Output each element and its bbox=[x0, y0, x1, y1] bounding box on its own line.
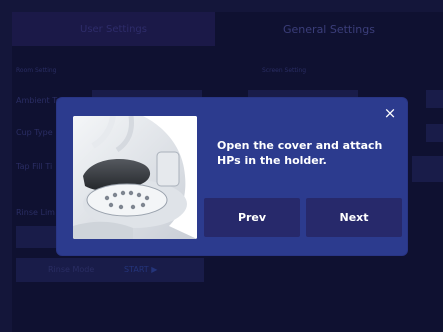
settings-header: User Settings General Settings bbox=[12, 12, 443, 46]
tab-user-settings[interactable]: User Settings bbox=[12, 12, 215, 46]
device-photo bbox=[73, 116, 197, 239]
bg-row-label: Rinse Lim bbox=[16, 208, 55, 217]
bg-row-field bbox=[412, 156, 443, 182]
prev-button[interactable]: Prev bbox=[204, 198, 300, 237]
bg-row-field bbox=[426, 124, 443, 142]
next-button[interactable]: Next bbox=[306, 198, 402, 237]
rinse-mode-row bbox=[16, 258, 204, 282]
bg-row-label: Cup Type bbox=[16, 128, 53, 137]
rinse-mode-label: Rinse Mode bbox=[48, 265, 95, 274]
tab-general-settings[interactable]: General Settings bbox=[215, 12, 443, 46]
close-icon[interactable]: × bbox=[381, 104, 399, 122]
bg-row-label: Tap Fill Ti bbox=[16, 162, 53, 171]
rinse-mode-start: START ▶ bbox=[124, 265, 158, 274]
handpiece-holder-illustration bbox=[73, 116, 197, 239]
bg-row-field bbox=[426, 90, 443, 108]
section-title-screen: Screen Setting bbox=[262, 67, 307, 74]
instruction-dialog: × Open the cover and attach HPs in the h… bbox=[57, 98, 407, 255]
instruction-message: Open the cover and attach HPs in the hol… bbox=[217, 139, 383, 167]
section-title-room: Room Setting bbox=[16, 67, 57, 74]
